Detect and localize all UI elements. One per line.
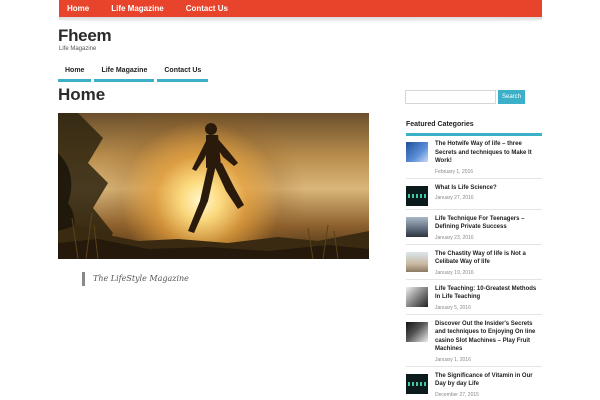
post-title-link[interactable]: The Hotwife Way of life – three Secrets … — [435, 140, 542, 166]
post-date: December 27, 2015 — [435, 391, 479, 398]
list-item: Life Teaching: 10-Greatest Methods In Li… — [406, 283, 542, 315]
post-thumbnail[interactable] — [406, 216, 428, 237]
site-description: Life Magazine — [59, 46, 97, 52]
post-thumbnail[interactable] — [406, 286, 428, 307]
featured-post-list: The Hotwife Way of life – three Secrets … — [406, 138, 542, 400]
post-date: January 27, 2016 — [435, 195, 474, 201]
post-thumbnail[interactable] — [406, 251, 428, 272]
hero-image — [58, 113, 369, 259]
top-nav-home-link[interactable]: Home — [67, 4, 89, 13]
main-nav-life-magazine-link[interactable]: Life Magazine — [94, 63, 155, 82]
post-date: January 1, 2016 — [435, 356, 471, 363]
tagline-quote: The LifeStyle Magazine — [82, 272, 189, 286]
post-title-link[interactable]: Life Technique For Teenagers – Defining … — [435, 215, 542, 232]
search-input[interactable] — [405, 90, 496, 104]
site-title[interactable]: Fheem — [58, 26, 112, 46]
post-title-link[interactable]: Discover Out the Insider's Secrets and t… — [435, 320, 542, 354]
post-title-link[interactable]: Life Teaching: 10-Greatest Methods In Li… — [435, 285, 542, 302]
hero-runner-illustration — [58, 113, 369, 259]
page-title: Home — [58, 85, 106, 104]
featured-categories-heading: Featured Categories — [406, 121, 542, 136]
list-item: What Is Life Science? January 27, 2016 — [406, 182, 542, 210]
top-nav-contact-link[interactable]: Contact Us — [186, 4, 228, 13]
main-nav-contact-link[interactable]: Contact Us — [157, 63, 209, 82]
main-nav-home-link[interactable]: Home — [58, 63, 92, 82]
post-thumbnail[interactable] — [406, 373, 428, 394]
list-item: The Significance of Vitamin in Our Day b… — [406, 370, 542, 400]
post-date: January 23, 2016 — [435, 234, 474, 241]
post-title-link[interactable]: What Is Life Science? — [435, 184, 542, 193]
post-title-link[interactable]: The Chastity Way of life is Not a Celiba… — [435, 250, 542, 267]
top-nav-life-magazine-link[interactable]: Life Magazine — [111, 4, 163, 13]
post-thumbnail[interactable] — [406, 142, 428, 162]
list-item: Discover Out the Insider's Secrets and t… — [406, 318, 542, 367]
post-thumbnail[interactable] — [406, 321, 428, 342]
main-nav: Home Life Magazine Contact Us — [58, 63, 211, 82]
search-button[interactable]: Search — [498, 90, 525, 104]
list-item: The Hotwife Way of life – three Secrets … — [406, 138, 542, 179]
top-nav-bar: Home Life Magazine Contact Us — [59, 0, 542, 17]
post-date: January 5, 2016 — [435, 304, 471, 311]
post-date: January 19, 2016 — [435, 269, 474, 276]
post-title-link[interactable]: The Significance of Vitamin in Our Day b… — [435, 372, 542, 389]
post-date: February 1, 2016 — [435, 168, 474, 175]
list-item: The Chastity Way of life is Not a Celiba… — [406, 248, 542, 280]
post-thumbnail[interactable] — [406, 185, 428, 206]
list-item: Life Technique For Teenagers – Defining … — [406, 213, 542, 245]
top-nav-shadow — [59, 17, 542, 23]
